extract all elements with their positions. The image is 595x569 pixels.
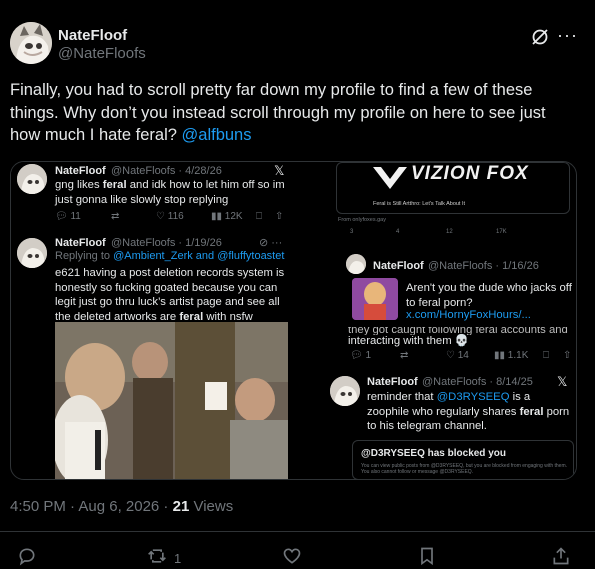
retweet-icon: ⇄ (400, 350, 409, 361)
author-meta: @NateFloofs · 8/14/25 (422, 376, 533, 388)
views-count: 12K (224, 211, 243, 222)
replying-to: Replying to @Ambient_Zerk and @fluffytoa… (55, 250, 285, 262)
bookmark-icon: ⎕ (256, 211, 262, 222)
bookmark-icon[interactable] (417, 546, 437, 568)
reply-icon: 💬︎ 1 (350, 350, 372, 361)
vizion-fox-banner: VIZION FOX Feral is Still Artthro: Let's… (336, 162, 570, 214)
author-meta: @NateFloofs · 1/19/26 (111, 237, 222, 249)
reply-icon[interactable] (17, 546, 37, 568)
grok-slash-icon[interactable] (530, 27, 550, 47)
post-body-tail: interacting with them 💀 (348, 335, 469, 347)
painting-image[interactable] (55, 322, 288, 479)
tweet-text: Finally, you had to scroll pretty far do… (10, 79, 580, 147)
media-grid[interactable]: NateFloof @NateFloofs · 4/28/26 𝕏 gng li… (10, 161, 577, 480)
share-icon: ⇧ (275, 211, 284, 222)
timestamp-and-views: 4:50 PM · Aug 6, 2026 · 21 Views (10, 498, 233, 515)
avatar[interactable] (10, 22, 52, 64)
tweet-header: NateFloof @NateFloofs ··· (10, 22, 590, 68)
mention-link[interactable]: @alfbuns (182, 126, 252, 144)
views-icon: ▮▮ 12K (211, 211, 243, 222)
share-icon: ⇧ (563, 350, 572, 361)
retweet-count: 1 (174, 551, 182, 566)
like-icon: ♡ 116 (156, 211, 184, 222)
reply-count: 3 (350, 229, 354, 235)
post-body: reminder that @D3RYSEEQ is a zoophile wh… (367, 391, 570, 432)
tweet-body: Finally, you had to scroll pretty far do… (10, 81, 546, 144)
views-count: 17K (496, 229, 507, 235)
bookmark-icon: ⎕ (543, 350, 549, 361)
blocked-card: @D3RYSEEQ has blocked you You can view p… (352, 440, 574, 479)
retweet-icon[interactable] (147, 546, 167, 568)
views-label: Views (189, 498, 234, 515)
like-icon: ♡ 14 (446, 350, 469, 361)
timestamp[interactable]: 4:50 PM · Aug 6, 2026 · (10, 498, 173, 515)
display-name[interactable]: NateFloof (58, 27, 127, 44)
divider (0, 531, 595, 532)
screenshot-top-left[interactable]: NateFloof @NateFloofs · 4/28/26 𝕏 gng li… (11, 162, 289, 228)
author-name: NateFloof (373, 260, 424, 272)
quoted-body: Aren't you the dude who jacks off to fer… (406, 282, 572, 309)
reply-count: 11 (70, 211, 81, 222)
like-count: 116 (167, 211, 184, 222)
screenshot-bottom-right[interactable]: NateFloof @NateFloofs · 8/14/25 𝕏 remind… (324, 370, 576, 479)
blocked-subtitle: You can view public posts from @D3RYSEEQ… (361, 463, 568, 475)
link-source: From onlyfoxes.gay (338, 217, 386, 223)
author-meta: @NateFloofs · 4/28/26 (111, 165, 222, 177)
like-count: 12 (446, 229, 453, 235)
user-handle[interactable]: @NateFloofs (58, 45, 146, 62)
screenshot-top-right[interactable]: VIZION FOX Feral is Still Artthro: Let's… (336, 162, 570, 240)
avatar (346, 254, 366, 274)
more-options-icon[interactable]: ··· (557, 25, 581, 45)
views-count: 21 (172, 498, 190, 515)
avatar (330, 376, 360, 406)
avatar (17, 164, 47, 194)
post-body: gng likes feral and idk how to let him o… (55, 179, 285, 206)
author-meta: @NateFloofs · 1/16/26 (428, 260, 539, 272)
reply-icon: 💬︎ 11 (55, 211, 81, 222)
retweet-icon: ⇄ (111, 211, 120, 222)
quoted-link[interactable]: x.com/HornyFoxHours/... (406, 309, 531, 321)
screenshot-mid-left[interactable]: NateFloof @NateFloofs · 1/19/26 ⊘ ··· Re… (11, 234, 289, 320)
x-logo-icon: 𝕏 (557, 374, 568, 389)
blocked-title: @D3RYSEEQ has blocked you (361, 448, 506, 459)
x-logo-icon: 𝕏 (274, 163, 285, 178)
views-count: 1.1K (507, 350, 529, 361)
post-body: e621 having a post deletion records syst… (55, 267, 285, 320)
author-name: NateFloof (367, 376, 418, 388)
like-icon[interactable] (282, 546, 302, 568)
quoted-image (352, 278, 398, 320)
retweet-count: 4 (396, 229, 400, 235)
avatar (17, 238, 47, 268)
logo-text: VIZION FOX (411, 163, 529, 184)
reply-count: 1 (365, 350, 372, 361)
screenshot-mid-right[interactable]: NateFloof @NateFloofs · 1/16/26 Aren't y… (336, 248, 576, 366)
article-caption: Feral is Still Artthro: Let's Talk About… (373, 201, 466, 207)
grok-icon: ⊘ ··· (259, 237, 283, 249)
views-icon: ▮▮ 1.1K (494, 350, 529, 361)
like-count: 14 (457, 350, 469, 361)
author-name: NateFloof (55, 165, 106, 177)
author-name: NateFloof (55, 237, 106, 249)
share-icon[interactable] (551, 546, 571, 568)
